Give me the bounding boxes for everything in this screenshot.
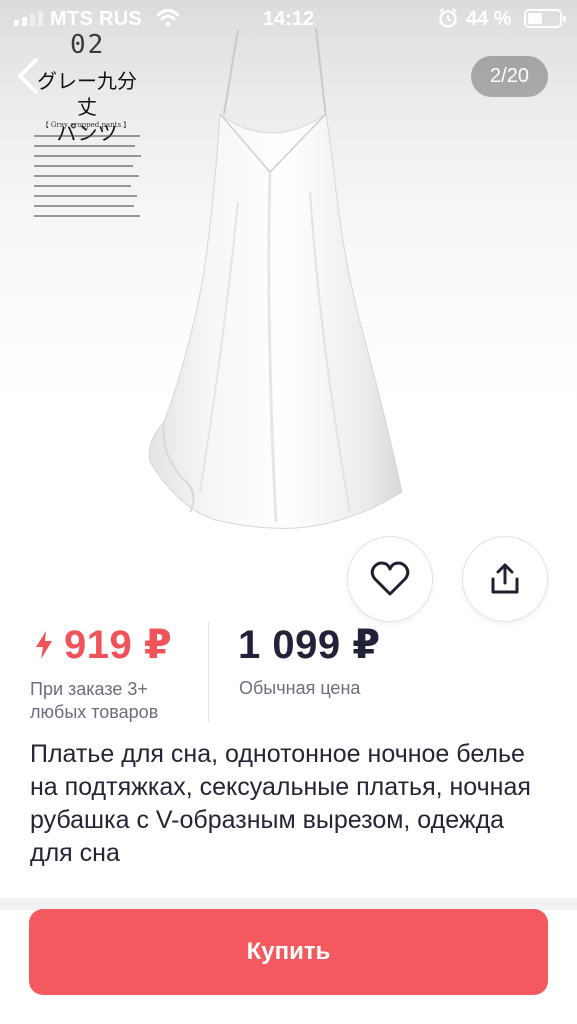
battery-icon (524, 9, 566, 28)
status-bar: MTS RUS 14:12 44 % (0, 0, 577, 38)
price-block: 919 ₽ При заказе 3+ любых товаров 1 099 … (0, 622, 577, 732)
product-image-gallery[interactable]: 02 グレー九分丈 パンツ 【 Gray cropped pants 】 MTS… (0, 0, 577, 578)
regular-price-label: Обычная цена (239, 678, 361, 698)
share-icon (491, 563, 519, 594)
share-button[interactable] (462, 536, 548, 622)
favorite-button[interactable] (347, 536, 433, 622)
regular-price-value: 1 099 ₽ (238, 623, 381, 667)
image-counter-badge: 2/20 (471, 56, 548, 97)
alarm-icon (439, 8, 457, 28)
sale-price-condition: При заказе 3+ любых товаров (30, 679, 159, 722)
heart-icon (370, 561, 410, 596)
price-divider (208, 622, 209, 722)
product-photo-dress (148, 27, 403, 529)
battery-percent: 44 % (466, 8, 512, 30)
lightning-icon (36, 631, 52, 659)
product-title: Платье для сна, однотонное ночное белье … (30, 740, 531, 867)
buy-button[interactable]: Купить (29, 909, 548, 995)
back-chevron-icon[interactable] (12, 56, 52, 96)
sale-price-value: 919 ₽ (64, 623, 173, 667)
sale-price: 919 ₽ (34, 622, 172, 668)
